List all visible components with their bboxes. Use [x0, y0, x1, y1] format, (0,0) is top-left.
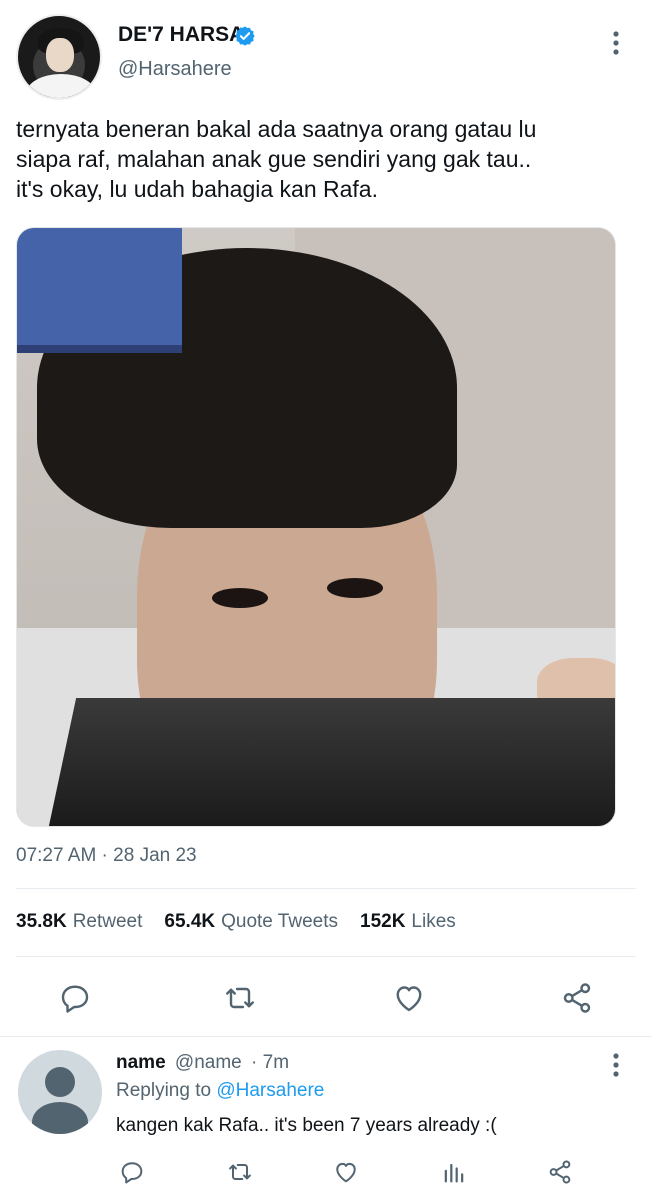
reply-icon[interactable] — [118, 1158, 146, 1186]
retweet-icon[interactable] — [222, 980, 258, 1016]
engagement-stats: 35.8K Retweet 65.4K Quote Tweets 152K Likes — [16, 911, 456, 933]
retweet-label: Retweet — [72, 911, 143, 932]
retweet-count: 35.8K — [16, 911, 67, 932]
reply-author-name[interactable]: name — [116, 1052, 166, 1073]
photo-desk — [37, 698, 615, 826]
tweet-timestamp[interactable]: 07:27 AM · 28 Jan 23 — [16, 845, 197, 867]
share-icon[interactable] — [559, 980, 595, 1016]
reply-author-handle[interactable]: @name — [175, 1052, 242, 1073]
quote-tweets-stat[interactable]: 65.4K Quote Tweets — [164, 911, 338, 933]
avatar-body — [32, 1102, 88, 1134]
photo-eye-left — [212, 588, 268, 608]
tweet-photo[interactable] — [16, 227, 616, 827]
author-handle[interactable]: @Harsahere — [118, 58, 232, 81]
tweet-text-line: it's okay, lu udah bahagia kan Rafa. — [16, 176, 378, 202]
reply-time: · 7m — [251, 1052, 290, 1073]
default-avatar-icon[interactable] — [18, 1050, 102, 1134]
verified-badge-icon — [234, 25, 256, 47]
photo-eye-right — [327, 578, 383, 598]
likes-count: 152K — [360, 911, 406, 932]
quote-tweets-label: Quote Tweets — [221, 911, 338, 932]
heart-icon[interactable] — [391, 980, 427, 1016]
tweet-text: ternyata beneran bakal ada saatnya orang… — [16, 114, 636, 204]
photo-blue-box — [17, 228, 182, 353]
divider — [16, 956, 636, 957]
reply-icon[interactable] — [57, 980, 93, 1016]
tweet-text-line: ternyata beneran bakal ada saatnya orang… — [16, 116, 537, 142]
retweet-icon[interactable] — [226, 1158, 254, 1186]
avatar-shirt — [26, 74, 96, 98]
likes-label: Likes — [411, 911, 456, 932]
author-display-name[interactable]: DE'7 HARSA — [118, 23, 244, 47]
more-options-icon[interactable] — [604, 1050, 628, 1080]
replying-to-mention[interactable]: @Harsahere — [216, 1080, 324, 1101]
retweet-stat[interactable]: 35.8K Retweet — [16, 911, 142, 933]
divider — [0, 1036, 652, 1037]
share-icon[interactable] — [546, 1158, 574, 1186]
replying-to: Replying to @Harsahere — [116, 1080, 324, 1102]
reply-actions — [0, 1158, 652, 1186]
quote-tweets-count: 65.4K — [164, 911, 216, 932]
replying-to-label: Replying to — [116, 1080, 217, 1101]
tweet-actions — [0, 980, 652, 1016]
likes-stat[interactable]: 152K Likes — [360, 911, 456, 933]
reply-header: name @name · 7m — [116, 1052, 289, 1074]
avatar-head — [45, 1067, 75, 1097]
more-options-icon[interactable] — [604, 28, 628, 58]
reply-tweet[interactable]: name @name · 7m Replying to @Harsahere k… — [0, 1040, 652, 1200]
reply-text: kangen kak Rafa.. it's been 7 years alre… — [116, 1115, 497, 1136]
analytics-icon[interactable] — [440, 1158, 468, 1186]
author-avatar[interactable] — [16, 14, 102, 100]
tweet-text-line: siapa raf, malahan anak gue sendiri yang… — [16, 146, 532, 172]
heart-icon[interactable] — [332, 1158, 360, 1186]
avatar-face — [46, 38, 74, 72]
divider — [16, 888, 636, 889]
